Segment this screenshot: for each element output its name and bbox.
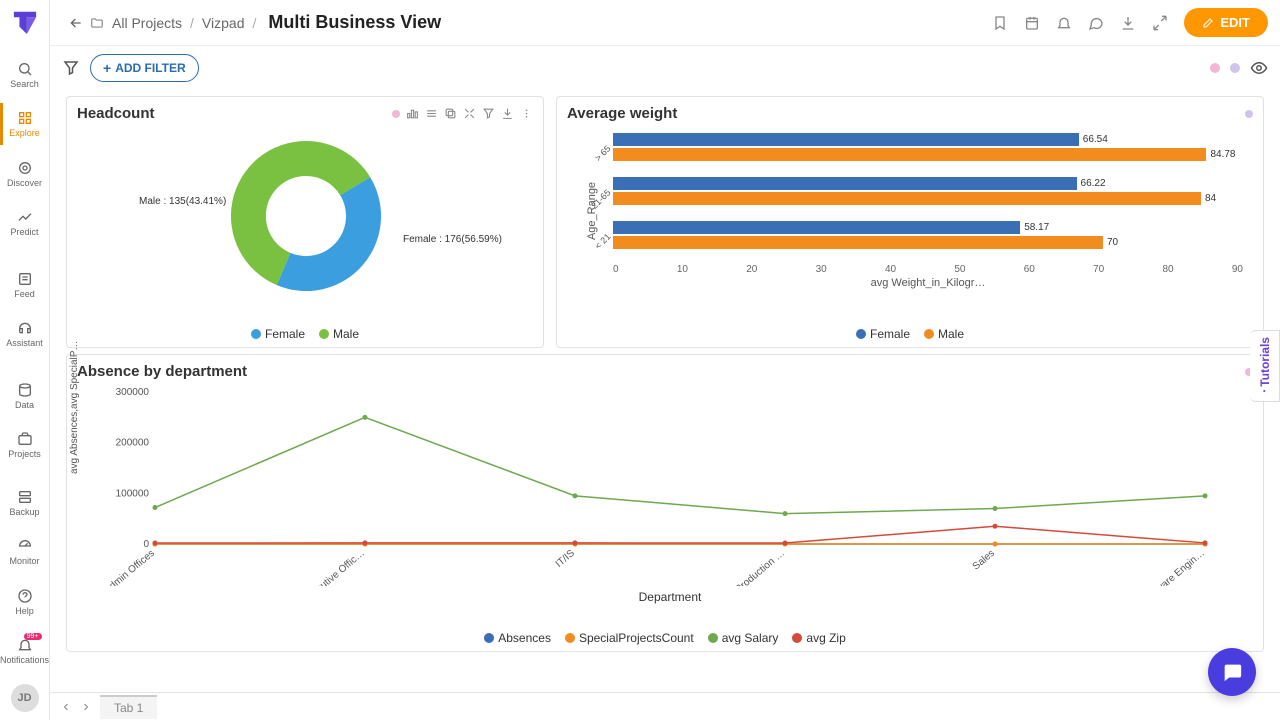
- bar-segment[interactable]: [613, 133, 1079, 146]
- filter-icon[interactable]: [482, 107, 495, 120]
- card-title-label: Absence by department: [77, 363, 247, 380]
- card-title-label: Average weight: [567, 105, 677, 122]
- card-title-label: Headcount: [77, 105, 155, 122]
- target-icon: [17, 160, 33, 176]
- card-avgweight: Average weight Age_Range > 6566.5484.782…: [556, 96, 1264, 348]
- pencil-icon: [1202, 17, 1214, 29]
- headset-icon: [17, 320, 33, 336]
- bar-segment[interactable]: [613, 148, 1206, 161]
- folder-icon: [90, 16, 104, 30]
- nav-help[interactable]: Help: [0, 577, 50, 627]
- clone-icon[interactable]: [444, 107, 457, 120]
- briefcase-icon: [17, 431, 33, 447]
- download-card-icon[interactable]: [501, 107, 514, 120]
- nav-backup[interactable]: Backup: [0, 478, 50, 528]
- nav-search[interactable]: Search: [0, 50, 50, 100]
- list-icon[interactable]: [425, 107, 438, 120]
- grid-icon: [17, 110, 33, 126]
- comment-icon[interactable]: [1088, 15, 1104, 31]
- donut-label-female: Female : 176(56.59%): [403, 234, 502, 245]
- trend-icon: [17, 209, 33, 225]
- add-filter-button[interactable]: +ADD FILTER: [90, 54, 199, 82]
- page-title: Multi Business View: [268, 12, 441, 33]
- bar-value-label: 66.22: [1081, 178, 1106, 189]
- bar-value-label: 58.17: [1024, 222, 1049, 233]
- nav-data[interactable]: Data: [0, 371, 50, 421]
- svg-text:Executive Offic…: Executive Offic…: [301, 548, 367, 586]
- bar-value-label: 84: [1205, 193, 1216, 204]
- help-icon: [17, 588, 33, 604]
- svg-text:Production …: Production …: [733, 548, 786, 586]
- prev-tab-icon[interactable]: [60, 701, 72, 713]
- expand-icon[interactable]: [463, 107, 476, 120]
- share-icon[interactable]: [1152, 15, 1168, 31]
- svg-text:300000: 300000: [116, 387, 150, 398]
- bar-value-label: 84.78: [1210, 149, 1235, 160]
- tutorials-tab[interactable]: ᠂ Tutorials: [1250, 330, 1280, 402]
- nav-assistant[interactable]: Assistant: [0, 309, 50, 359]
- crumb-root[interactable]: All Projects: [112, 15, 182, 31]
- status-dot: [1245, 110, 1253, 118]
- bar-value-label: 66.54: [1083, 134, 1108, 145]
- svg-text:Software Engin…: Software Engin…: [1140, 548, 1207, 586]
- nav-notifications[interactable]: 99+Notifications: [0, 627, 50, 677]
- headcount-legend: Female Male: [67, 323, 543, 347]
- alert-bell-icon[interactable]: [1056, 15, 1072, 31]
- card-headcount: Headcount: [66, 96, 544, 348]
- donut-label-male: Male : 135(43.41%): [139, 196, 226, 207]
- chat-fab[interactable]: [1208, 648, 1256, 696]
- status-dot: [392, 110, 400, 118]
- chat-icon: [1221, 661, 1243, 683]
- card-absence: Absence by department avg Absences,avg S…: [66, 354, 1264, 652]
- status-dot-lav: [1230, 63, 1240, 73]
- sheet-tab[interactable]: Tab 1: [100, 695, 157, 719]
- crumb-mid[interactable]: Vizpad: [202, 15, 245, 31]
- nav-explore[interactable]: Explore: [0, 99, 50, 149]
- download-icon[interactable]: [1120, 15, 1136, 31]
- bar-segment[interactable]: [613, 236, 1103, 249]
- gauge-icon: [17, 538, 33, 554]
- user-avatar[interactable]: JD: [11, 684, 39, 712]
- age-category-label: > 65: [580, 143, 613, 176]
- absence-legend: Absences SpecialProjectsCount avg Salary…: [67, 627, 1263, 651]
- bell-icon: [17, 637, 33, 653]
- edit-button[interactable]: EDIT: [1184, 8, 1268, 37]
- donut-chart: [67, 126, 545, 306]
- bookmark-icon[interactable]: [992, 15, 1008, 31]
- x-axis-label: avg Weight_in_Kilogr…: [613, 277, 1243, 289]
- funnel-icon[interactable]: [62, 59, 80, 77]
- nav-projects[interactable]: Projects: [0, 420, 50, 470]
- back-button[interactable]: [62, 9, 90, 37]
- svg-text:IT/IS: IT/IS: [554, 548, 577, 570]
- y-axis-label: avg Absences,avg SpecialP…: [69, 341, 80, 474]
- svg-text:200000: 200000: [116, 438, 150, 449]
- bar-segment[interactable]: [613, 221, 1020, 234]
- app-logo: [10, 8, 40, 38]
- svg-text:Sales: Sales: [971, 548, 997, 573]
- svg-text:Admin Offices: Admin Offices: [102, 548, 157, 586]
- chart-type-icon[interactable]: [406, 107, 419, 120]
- nav-discover[interactable]: Discover: [0, 149, 50, 199]
- nav-predict[interactable]: Predict: [0, 198, 50, 248]
- search-icon: [17, 61, 33, 77]
- nav-monitor[interactable]: Monitor: [0, 528, 50, 578]
- x-axis-label: Department: [95, 590, 1245, 604]
- avgweight-legend: Female Male: [557, 323, 1263, 347]
- server-icon: [17, 489, 33, 505]
- line-chart: 0100000200000300000Admin OfficesExecutiv…: [95, 386, 1225, 586]
- database-icon: [17, 382, 33, 398]
- bar-segment[interactable]: [613, 177, 1077, 190]
- nav-feed[interactable]: Feed: [0, 260, 50, 310]
- arrow-left-icon: [68, 15, 84, 31]
- eye-icon[interactable]: [1250, 59, 1268, 77]
- calendar-icon[interactable]: [1024, 15, 1040, 31]
- feed-icon: [17, 271, 33, 287]
- more-icon[interactable]: [520, 107, 533, 120]
- bar-segment[interactable]: [613, 192, 1201, 205]
- breadcrumb: All Projects / Vizpad / Multi Business V…: [90, 12, 441, 33]
- status-dot-pink: [1210, 63, 1220, 73]
- svg-text:100000: 100000: [116, 488, 150, 499]
- bar-value-label: 70: [1107, 237, 1118, 248]
- next-tab-icon[interactable]: [80, 701, 92, 713]
